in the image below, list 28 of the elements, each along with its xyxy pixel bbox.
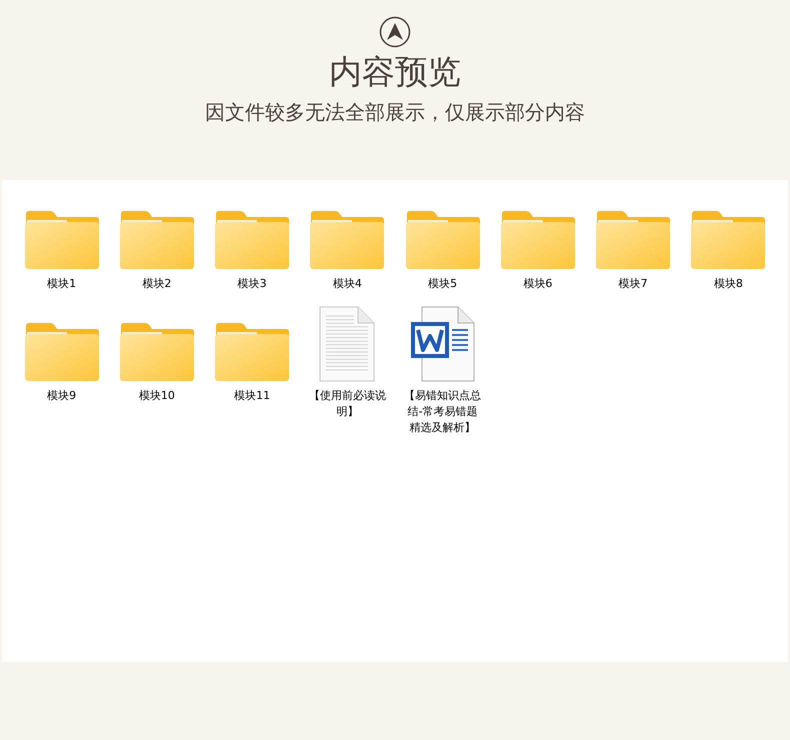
folder-icon	[118, 322, 195, 382]
folder-icon	[24, 210, 100, 270]
file-name: 模块8	[712, 276, 744, 292]
file-name: 模块4	[332, 276, 363, 292]
folder-icon	[500, 210, 576, 270]
folder-icon	[309, 210, 386, 270]
folder-icon	[404, 210, 481, 270]
folder-icon	[118, 210, 195, 270]
file-name: 模块7	[618, 276, 649, 292]
file-name: 模块1	[46, 276, 78, 292]
page-title: 内容预览	[329, 52, 461, 92]
document-icon	[318, 306, 376, 382]
file-name: 模块3	[236, 276, 268, 292]
file-name: 模块2	[141, 276, 172, 292]
file-name: 模块11	[233, 388, 272, 404]
file-name: 模块10	[138, 388, 176, 404]
folder-icon	[24, 322, 100, 382]
word-document-icon	[410, 306, 476, 382]
file-name: 【使用前必读说明】	[308, 388, 387, 420]
folder-icon	[595, 210, 672, 270]
file-name: 【易错知识点总结-常考易错题精选及解析】	[403, 388, 482, 436]
folder-icon	[214, 210, 290, 270]
file-name: 模块5	[427, 276, 458, 292]
file-name: 模块6	[522, 276, 554, 292]
folder-icon	[690, 210, 766, 270]
file-name: 模块9	[46, 388, 78, 404]
folder-icon	[214, 322, 290, 382]
page-subtitle: 因文件较多无法全部展示，仅展示部分内容	[205, 99, 585, 126]
